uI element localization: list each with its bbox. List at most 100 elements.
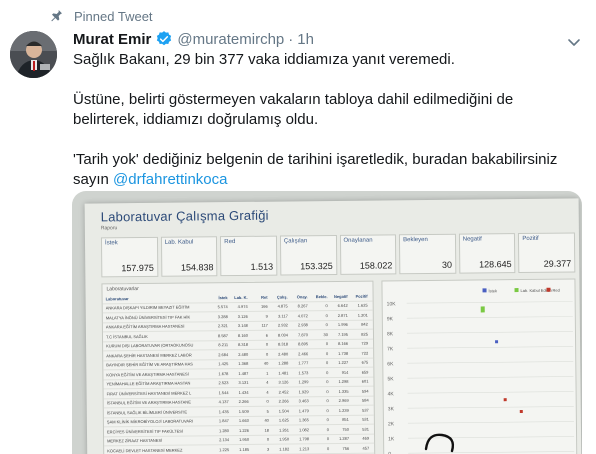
table-cell: 531: [362, 426, 370, 432]
table-cell: 1.434: [238, 389, 249, 395]
table-cell: 729: [361, 340, 369, 346]
axis-tick-label: 3K: [388, 406, 395, 412]
stat-value: 158.022: [359, 260, 393, 271]
table-cell: 722: [361, 350, 369, 356]
stat-label: Onaylanan: [343, 237, 373, 244]
table-cell: 30: [323, 331, 329, 337]
stat-card: Pozitif 29.377: [518, 232, 576, 274]
table-cell: 601: [361, 378, 369, 384]
chart-marker: [480, 306, 485, 313]
table-cell: 594: [361, 388, 369, 394]
stat-card: Onaylanan 158.022: [339, 234, 397, 275]
stat-value: 1.513: [250, 261, 274, 272]
table-cell: 0: [326, 398, 329, 404]
table-header-cell: İstek: [218, 294, 228, 300]
stat-label: İstek: [104, 240, 118, 247]
chart-marker: [519, 410, 523, 414]
report-chart: İstek Lab. Kabul Edilen Red 10K 9K 8K 7K 6K 5K 4K…: [381, 278, 578, 454]
table-cell: 0: [325, 312, 328, 318]
pin-icon: [48, 8, 64, 24]
stat-label: Lab. Kabul: [164, 239, 194, 246]
stat-value: 128.645: [479, 259, 512, 270]
table-cell: 2.932: [277, 322, 288, 328]
table-cell: 3.131: [238, 380, 249, 386]
mention-link[interactable]: @drfahrettinkoca: [113, 171, 227, 188]
table-cell: 1: [266, 370, 269, 376]
legend-swatch: [482, 288, 487, 293]
table-cell: MALATYA İNÖNÜ ÜNİVERSİTESİ TIP FAK HİK: [105, 314, 191, 321]
author-handle[interactable]: @muratemirchp: [177, 31, 284, 48]
chart-marker: [503, 398, 507, 402]
report-printout: Laboratuvar Çalışma Grafiği Raporu İstek…: [84, 198, 582, 454]
stat-card: Bekleyen 30: [399, 233, 457, 275]
table-cell: 9: [265, 313, 268, 319]
table-cell: 1.365: [298, 417, 309, 423]
table-cell: 1.481: [278, 370, 289, 376]
table-cell: 3.117: [278, 313, 288, 319]
grid-line: [407, 421, 574, 424]
table-cell: 0: [326, 369, 329, 375]
verified-badge-icon: [155, 30, 173, 48]
table-cell: 2.266: [238, 399, 249, 405]
table-cell: 914: [341, 369, 349, 375]
table-cell: 166: [260, 303, 268, 310]
table-header-cell: Onay.: [296, 294, 308, 300]
table-cell: 1.929: [298, 389, 309, 395]
table-cell: ANKARA DIŞKAPI YILDIRIM BEYAZIT EĞİTİM: [105, 304, 190, 311]
table-cell: 5: [266, 408, 269, 414]
stat-label: Pozitif: [522, 235, 539, 243]
table-cell: ANKARA ŞEHİR HASTANESİ MERKEZ LABOR: [106, 352, 192, 359]
table-cell: 2.480: [278, 351, 289, 357]
table-cell: 2.938: [297, 322, 308, 328]
table-cell: 8.318: [278, 341, 289, 347]
table-cell: 1.625: [278, 417, 289, 423]
stat-label: Negatif: [462, 236, 482, 243]
table-cell: 2.321: [217, 323, 228, 329]
chevron-down-icon[interactable]: [566, 34, 582, 50]
report-chart-svg: İstek Lab. Kabul Edilen Red10K9K8K7K6K5K4K…: [387, 288, 575, 454]
table-cell: 6: [265, 332, 269, 338]
table-cell: ŞAM KLİNİK MİKROBİYOLOJİ LABORATUVARI: [106, 418, 194, 425]
table-cell: 8.211: [218, 342, 229, 348]
grid-line: [406, 301, 573, 304]
table-cell: 851: [342, 417, 349, 423]
table-cell: KURUM DIŞI LABORATUVAR (ORTAOKUNOSU: [106, 342, 194, 349]
table-cell: KONYA EĞİTİM VE ARAŞTIRMA HASTANESİ: [106, 371, 189, 378]
lab-table: Laboratuvarlar Laboratuvar İstek Lab. K. Re…: [101, 280, 376, 454]
tweet-paragraph-3: 'Tarih yok' dediğiniz belgenin de tarihi…: [73, 150, 583, 190]
table-cell: 2.452: [278, 389, 289, 395]
table-cell: 8.034: [277, 332, 289, 338]
tweet-timestamp[interactable]: 1h: [297, 31, 314, 48]
tweet-paragraph-2: Üstüne, belirti göstermeyen vakaların ta…: [73, 91, 514, 128]
avatar[interactable]: [10, 31, 57, 78]
table-cell: 457: [362, 445, 370, 451]
marker-circle-icon: [424, 433, 455, 453]
axis-tick-label: 7K: [387, 346, 394, 352]
table-cell: 2.969: [338, 398, 349, 404]
axis-tick-label: 10K: [387, 301, 397, 307]
table-cell: 0: [326, 407, 329, 413]
stat-value: 30: [441, 259, 453, 270]
table-cell: 1.227: [338, 360, 349, 366]
table-cell: ANKARA EĞİTİM ARAŞTIRMA HASTANESİ: [105, 323, 185, 330]
report-stats-row: İstek 157.975 Lab. Kabul 154.838 Red 1.513 Çal…: [100, 232, 576, 278]
table-cell: 2.266: [278, 398, 289, 404]
table-cell: 0: [326, 426, 330, 432]
stat-label: Çalışılan: [283, 238, 308, 245]
table-cell: 7.195: [337, 331, 349, 337]
table-cell: 2.684: [218, 351, 229, 357]
table-cell: 1.226: [238, 427, 250, 433]
table-cell: 8.587: [217, 332, 229, 338]
table-cell: İSTANBUL SAĞLIK BİLİMLERİ ÜNİVERSİTE: [106, 409, 188, 416]
stat-card: Çalışılan 153.325: [279, 234, 337, 276]
stat-value: 153.325: [300, 260, 333, 272]
tweet-header: Murat Emir @muratemirchp · 1h: [73, 30, 314, 48]
pinned-text: Pinned Tweet: [74, 8, 153, 24]
table-cell: 4.137: [218, 399, 229, 405]
tweet-photo[interactable]: Laboratuvar Çalışma Grafiği Raporu İstek…: [72, 191, 582, 454]
stat-value: 154.838: [180, 262, 214, 273]
table-cell: 3.148: [237, 323, 248, 329]
table-cell: 40: [263, 360, 269, 366]
stat-label: Bekleyen: [403, 237, 428, 244]
author-name[interactable]: Murat Emir: [73, 31, 151, 48]
